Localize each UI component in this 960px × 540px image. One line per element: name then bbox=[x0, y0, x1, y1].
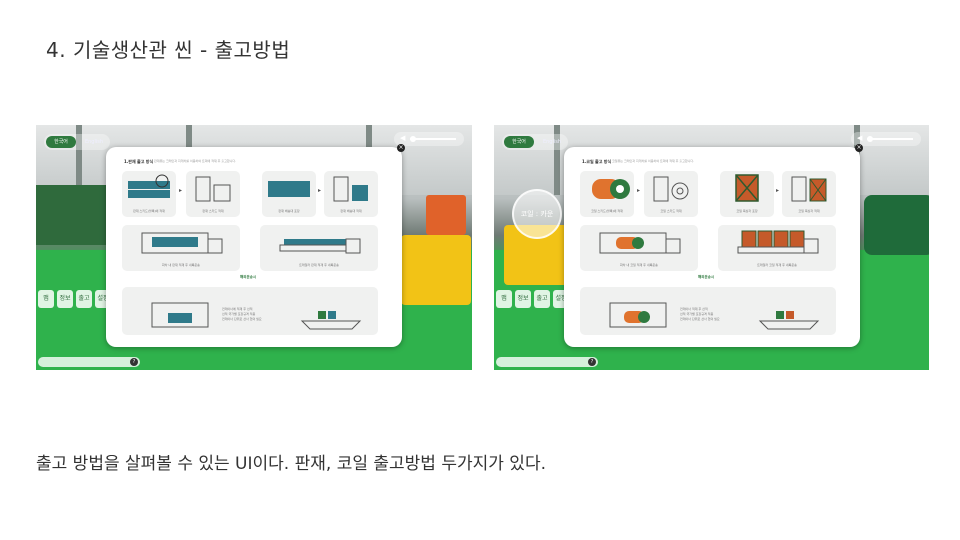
chat-input[interactable]: ? bbox=[496, 357, 598, 367]
step-card: 화차 내 판재 적재 후 내륙운송 bbox=[122, 225, 240, 271]
lang-english-button[interactable]: English bbox=[80, 136, 108, 148]
step-card: 판재 배송대 포장 bbox=[262, 171, 316, 217]
bottom-toolbar: 맵 정보 출고 설정 bbox=[38, 290, 111, 310]
step-card: 판재 스키드 적재 bbox=[186, 171, 240, 217]
export-card: 컨테이너 적재 후 선적 선적 국가별 포장규격 적용 컨테이너 단위로 선사 … bbox=[580, 287, 836, 335]
modal-description: 코일류는 크레인과 지게차를 이용하여 트럭에 적재 후 출고합니다. bbox=[612, 159, 695, 163]
volume-slider[interactable]: ◀ bbox=[394, 132, 464, 146]
chat-send-button[interactable]: ? bbox=[588, 358, 596, 366]
step-card: 판재 배송대 적재 bbox=[324, 171, 378, 217]
step-card: 화차 내 코일 적재 후 내륙운송 bbox=[580, 225, 698, 271]
slide-title: 4. 기술생산관 씬 - 출고방법 bbox=[46, 38, 291, 62]
wood-crate-icon bbox=[735, 174, 759, 202]
map-button[interactable]: 맵 bbox=[496, 290, 512, 308]
language-toggle[interactable]: 한국어 English bbox=[502, 134, 568, 150]
lang-english-button[interactable]: English bbox=[538, 136, 566, 148]
chat-send-button[interactable]: ? bbox=[130, 358, 138, 366]
forklift-icon bbox=[195, 176, 231, 202]
language-toggle[interactable]: 한국어 English bbox=[44, 134, 110, 150]
forklift bbox=[401, 235, 471, 305]
step-card: 코일 목상자 적재 bbox=[782, 171, 836, 217]
export-tag: 해외운송시 bbox=[698, 275, 715, 279]
forklift-icon bbox=[333, 176, 368, 202]
info-button[interactable]: 정보 bbox=[57, 290, 73, 308]
map-button[interactable]: 맵 bbox=[38, 290, 54, 308]
coil-icon bbox=[592, 179, 630, 199]
modal-title: 1.코일 출고 방식 bbox=[582, 159, 612, 164]
step-card: 코일 스키드 적재 bbox=[644, 171, 698, 217]
step-card: 코일 스키드(블록)에 적재 bbox=[580, 171, 634, 217]
speaker-icon: ◀ bbox=[857, 134, 863, 142]
modal-description: 판재류는 크레인과 지게차를 이용하여 트럭에 적재 후 출고합니다. bbox=[154, 159, 237, 163]
bottom-toolbar: 맵 정보 출고 설정 bbox=[496, 290, 569, 310]
volume-knob[interactable] bbox=[410, 136, 416, 142]
lang-korean-button[interactable]: 한국어 bbox=[46, 136, 76, 148]
trailer-icon bbox=[737, 230, 819, 254]
step-card: 트레일러 판재 적재 후 내륙운송 bbox=[260, 225, 378, 271]
volume-knob[interactable] bbox=[867, 136, 873, 142]
storage-rack bbox=[36, 185, 106, 245]
arrow-right-icon: ▸ bbox=[776, 187, 780, 194]
screenshot-plate-shipping: 한국어 English ◀ 맵 정보 출고 설정 ? × 1.판재 출고 방식 … bbox=[36, 125, 472, 370]
info-button[interactable]: 정보 bbox=[515, 290, 531, 308]
railcar-icon bbox=[599, 232, 681, 254]
export-card: 컨테이너에 적재 후 선적 선적 국가별 포장규격 적용 컨테이너 단위로 선사… bbox=[122, 287, 378, 335]
forklift-icon bbox=[653, 176, 689, 202]
close-icon[interactable]: × bbox=[855, 144, 863, 152]
step-card: 트레일러 코일 적재 후 내륙운송 bbox=[718, 225, 836, 271]
shipping-method-modal: × 1.코일 출고 방식 코일류는 크레인과 지게차를 이용하여 트럭에 적재 … bbox=[564, 144, 863, 347]
speaker-icon: ◀ bbox=[400, 134, 406, 142]
close-icon[interactable]: × bbox=[397, 144, 405, 152]
coil-machine bbox=[864, 195, 929, 255]
railcar-icon bbox=[141, 232, 223, 254]
arrow-right-icon: ▸ bbox=[318, 187, 322, 194]
trailer-icon bbox=[279, 238, 361, 254]
modal-title: 1.판재 출고 방식 bbox=[124, 159, 154, 164]
arrow-right-icon: ▸ bbox=[637, 187, 641, 194]
screenshot-coil-shipping: 한국어 English ◀ 코일 : 카운 맵 정보 출고 설정 ? × 1.코… bbox=[494, 125, 929, 370]
step-card: 판재 스키드(블록)에 적재 bbox=[122, 171, 176, 217]
shipping-method-modal: × 1.판재 출고 방식 판재류는 크레인과 지게차를 이용하여 트럭에 적재 … bbox=[106, 144, 405, 347]
location-badge[interactable]: 코일 : 카운 bbox=[512, 189, 562, 239]
lang-korean-button[interactable]: 한국어 bbox=[504, 136, 534, 148]
arrow-right-icon: ▸ bbox=[179, 187, 183, 194]
plate-stack-icon bbox=[128, 174, 170, 198]
shipping-button[interactable]: 출고 bbox=[534, 290, 550, 308]
step-card: 코일 목상자 포장 bbox=[720, 171, 774, 217]
forklift-icon bbox=[791, 176, 827, 202]
chat-input[interactable]: ? bbox=[38, 357, 140, 367]
plate-bundle-icon bbox=[268, 181, 310, 197]
shipping-button[interactable]: 출고 bbox=[76, 290, 92, 308]
forklift-cab bbox=[426, 195, 466, 235]
slide-caption: 출고 방법을 살펴볼 수 있는 UI이다. 판재, 코일 출고방법 두가지가 있… bbox=[36, 454, 546, 474]
export-tag: 해외운송시 bbox=[240, 275, 257, 279]
